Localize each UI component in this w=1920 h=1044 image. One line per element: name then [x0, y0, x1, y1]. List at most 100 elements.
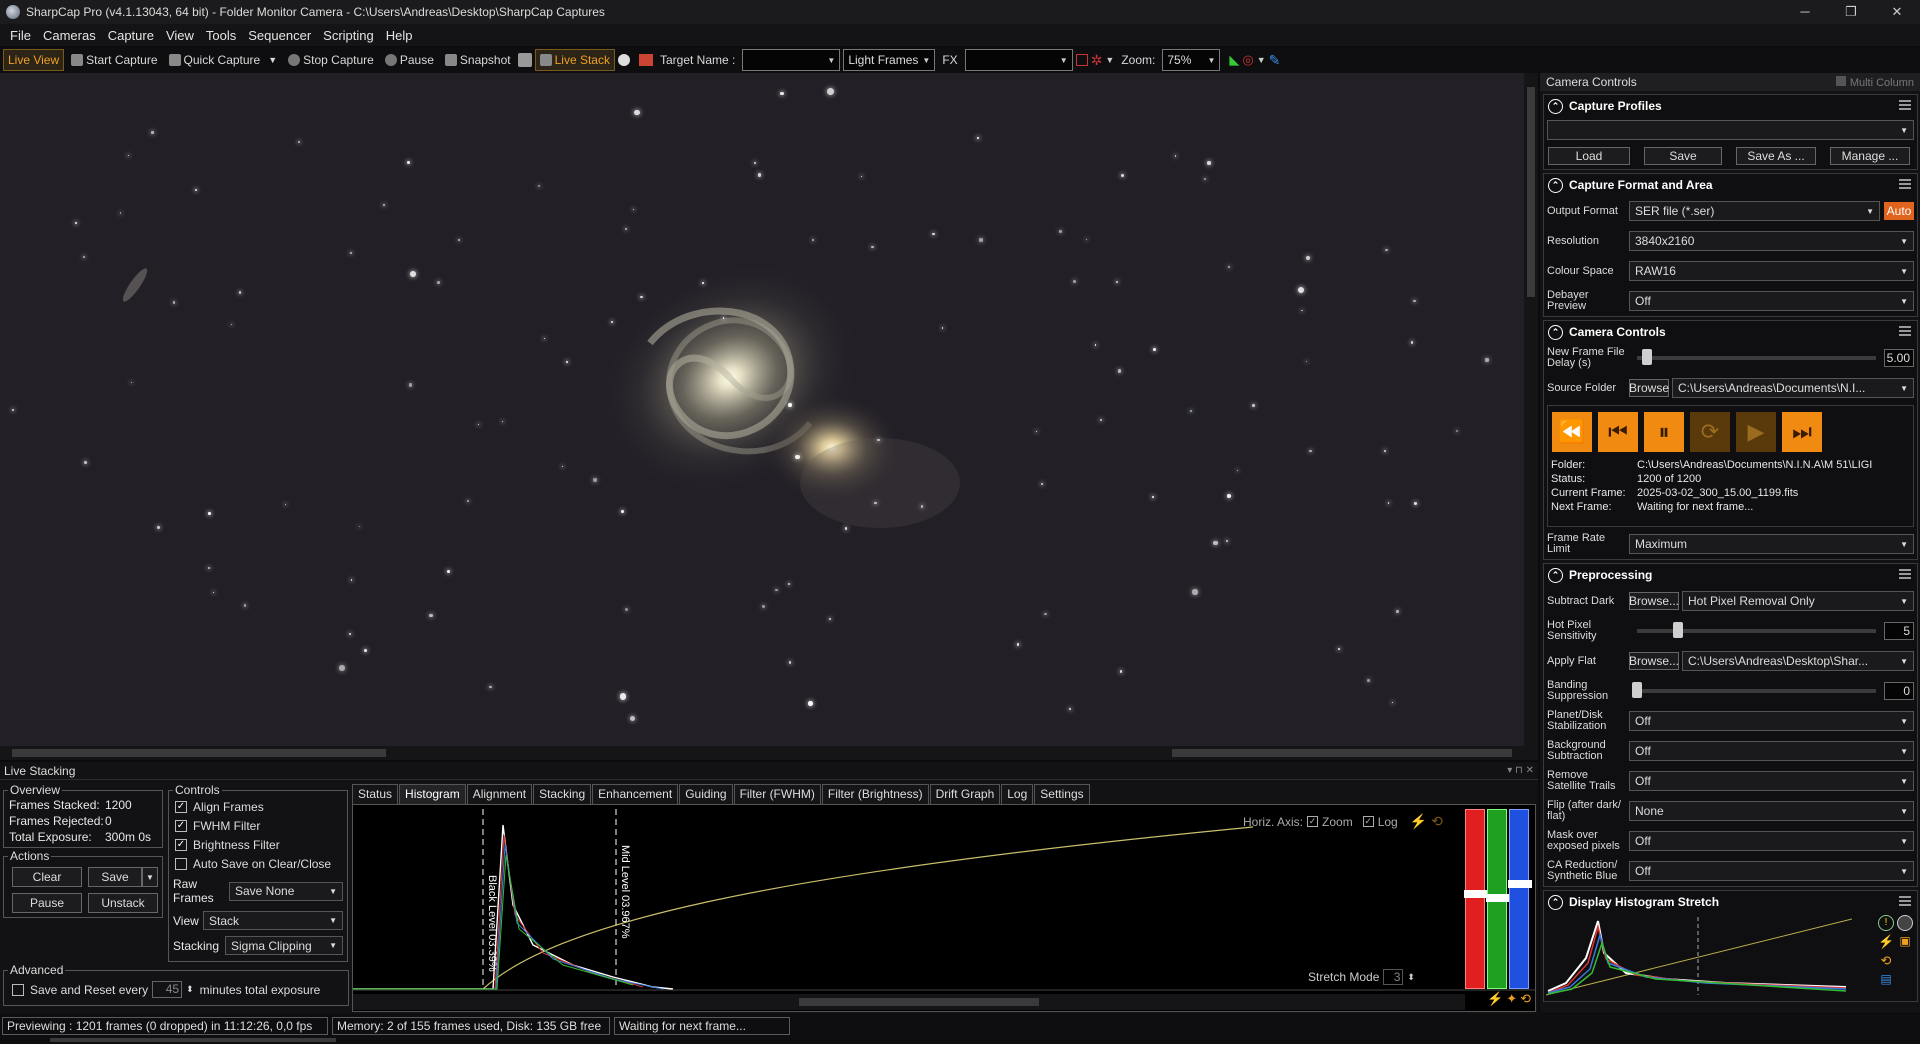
slider-knob[interactable]: [1464, 890, 1488, 898]
quick-capture-button[interactable]: Quick Capture ▼: [165, 49, 282, 71]
live-stack-button[interactable]: Live Stack: [534, 49, 615, 71]
save-dropdown-icon[interactable]: ▼: [142, 867, 158, 887]
viewer-vertical-scrollbar[interactable]: [1524, 73, 1538, 746]
refresh-icon[interactable]: ⟳: [1690, 412, 1730, 452]
unstack-button[interactable]: Unstack: [88, 893, 158, 913]
play-icon[interactable]: ▶: [1736, 412, 1776, 452]
menu-view[interactable]: View: [166, 28, 194, 43]
background-subtraction-select[interactable]: Off ▼: [1629, 741, 1914, 761]
red-level-slider[interactable]: [1464, 809, 1488, 989]
scrollbar-thumb[interactable]: [799, 998, 1039, 1006]
checkbox[interactable]: [12, 983, 24, 996]
snapshot-button[interactable]: Snapshot: [441, 49, 515, 71]
info-icon[interactable]: !: [1878, 915, 1894, 931]
chevron-up-icon[interactable]: ⌃: [1548, 894, 1563, 910]
tab-guiding[interactable]: Guiding: [679, 784, 733, 804]
flag-icon[interactable]: [638, 54, 653, 66]
checkbox-checked[interactable]: ✓: [175, 800, 187, 813]
menu-sequencer[interactable]: Sequencer: [248, 28, 311, 43]
menu-icon[interactable]: [1899, 569, 1911, 579]
start-capture-button[interactable]: Start Capture: [67, 49, 161, 71]
auto-button[interactable]: Auto: [1884, 202, 1914, 220]
slider-knob[interactable]: [1486, 894, 1510, 902]
menu-cameras[interactable]: Cameras: [43, 28, 96, 43]
spinner-icon[interactable]: ⬍: [186, 984, 194, 995]
flip-select[interactable]: None ▼: [1629, 801, 1914, 821]
ca-reduction-select[interactable]: Off ▼: [1629, 861, 1914, 881]
menu-help[interactable]: Help: [386, 28, 413, 43]
load-profile-button[interactable]: Load: [1548, 147, 1630, 165]
close-icon[interactable]: ▾ ⊓ ✕: [1507, 765, 1534, 776]
tab-filter-brightness[interactable]: Filter (Brightness): [821, 784, 929, 804]
skip-forward-icon[interactable]: ⏭: [1782, 412, 1822, 452]
lightning-icon[interactable]: ⚡: [1487, 991, 1503, 1007]
menu-tools[interactable]: Tools: [206, 28, 236, 43]
close-button[interactable]: ✕: [1874, 0, 1920, 24]
menu-icon[interactable]: [1899, 179, 1911, 189]
tab-drift-graph[interactable]: Drift Graph: [929, 784, 1001, 804]
multi-column-toggle[interactable]: Multi Column: [1835, 75, 1914, 89]
slider-knob[interactable]: [1641, 349, 1652, 365]
stretch-histogram[interactable]: [1546, 913, 1852, 997]
hot-pixel-input[interactable]: 5: [1884, 622, 1914, 640]
green-level-slider[interactable]: [1486, 809, 1510, 989]
resolution-select[interactable]: 3840x2160 ▼: [1629, 231, 1914, 251]
histogram-view[interactable]: Black Level 03.39% Mid Level 03.967% Hor…: [352, 804, 1536, 1012]
menu-file[interactable]: File: [10, 28, 31, 43]
planet-stabilization-select[interactable]: Off ▼: [1629, 711, 1914, 731]
tab-settings[interactable]: Settings: [1034, 784, 1090, 804]
browse-dark-button[interactable]: Browse...: [1629, 592, 1679, 610]
raw-frames-select[interactable]: Save None ▼: [229, 881, 343, 901]
histogram-scrollbar[interactable]: [353, 994, 1465, 1010]
zoom-checkbox[interactable]: ✓: [1307, 816, 1319, 827]
chevron-up-icon[interactable]: ⌃: [1548, 567, 1563, 583]
checkbox[interactable]: [175, 857, 187, 870]
output-format-select[interactable]: SER file (*.ser) ▼: [1629, 201, 1880, 221]
align-frames-checkbox[interactable]: ✓ Align Frames: [175, 797, 347, 816]
scrollbar-thumb[interactable]: [12, 749, 386, 757]
section-header[interactable]: ⌃ Camera Controls: [1544, 321, 1917, 343]
debayer-select[interactable]: Off ▼: [1629, 291, 1914, 311]
lock-icon[interactable]: ▣: [1897, 934, 1913, 950]
checkbox-checked[interactable]: ✓: [175, 838, 187, 851]
crosshair-icon[interactable]: ✲: [1091, 52, 1103, 69]
image-viewer[interactable]: [0, 73, 1524, 746]
view-select[interactable]: Stack ▼: [203, 911, 343, 930]
save-as-profile-button[interactable]: Save As ...: [1736, 147, 1816, 165]
pause-stack-button[interactable]: Pause: [12, 893, 82, 913]
tab-enhancement[interactable]: Enhancement: [592, 784, 679, 804]
browse-flat-button[interactable]: Browse...: [1629, 652, 1679, 670]
colour-space-select[interactable]: RAW16 ▼: [1629, 261, 1914, 281]
satellite-trails-select[interactable]: Off ▼: [1629, 771, 1914, 791]
section-header[interactable]: ⌃ Preprocessing: [1544, 564, 1917, 586]
apply-flat-select[interactable]: C:\Users\Andreas\Desktop\Shar... ▼: [1682, 651, 1914, 671]
section-header[interactable]: ⌃ Capture Format and Area: [1544, 174, 1917, 196]
reset-icon[interactable]: ⟲: [1878, 953, 1894, 969]
chevron-down-icon[interactable]: ▼: [268, 55, 277, 65]
browse-source-button[interactable]: Browse: [1629, 379, 1669, 397]
save-reset-checkbox[interactable]: Save and Reset every 45 ⬍ minutes total …: [12, 980, 320, 999]
menu-capture[interactable]: Capture: [108, 28, 154, 43]
menu-icon[interactable]: [1899, 326, 1911, 336]
maximize-button[interactable]: ❐: [1828, 0, 1874, 24]
fx-select[interactable]: ▼: [964, 49, 1073, 71]
lightning-icon[interactable]: ⚡: [1878, 934, 1894, 950]
status-scrollbar[interactable]: [50, 1038, 336, 1042]
manage-profiles-button[interactable]: Manage ...: [1830, 147, 1910, 165]
tab-status[interactable]: Status: [352, 784, 399, 804]
rewind-icon[interactable]: ⏪: [1552, 412, 1592, 452]
clear-button[interactable]: Clear: [12, 867, 82, 887]
tab-filter-fwhm[interactable]: Filter (FWHM): [733, 784, 821, 804]
chevron-up-icon[interactable]: ⌃: [1548, 177, 1563, 193]
pause-icon[interactable]: ⏸: [1644, 412, 1684, 452]
scrollbar-thumb[interactable]: [1527, 87, 1535, 297]
pause-button[interactable]: Pause: [381, 49, 438, 71]
slider-knob[interactable]: [1508, 880, 1532, 888]
star-icon[interactable]: ✦: [1506, 991, 1517, 1007]
skip-back-icon[interactable]: ⏮: [1598, 412, 1638, 452]
frame-rate-select[interactable]: Maximum ▼: [1629, 534, 1914, 554]
auto-save-checkbox[interactable]: Auto Save on Clear/Close: [175, 854, 347, 873]
reset-icon[interactable]: ⟲: [1431, 813, 1443, 830]
chevron-up-icon[interactable]: ⌃: [1548, 324, 1563, 340]
record-icon[interactable]: [617, 54, 630, 66]
